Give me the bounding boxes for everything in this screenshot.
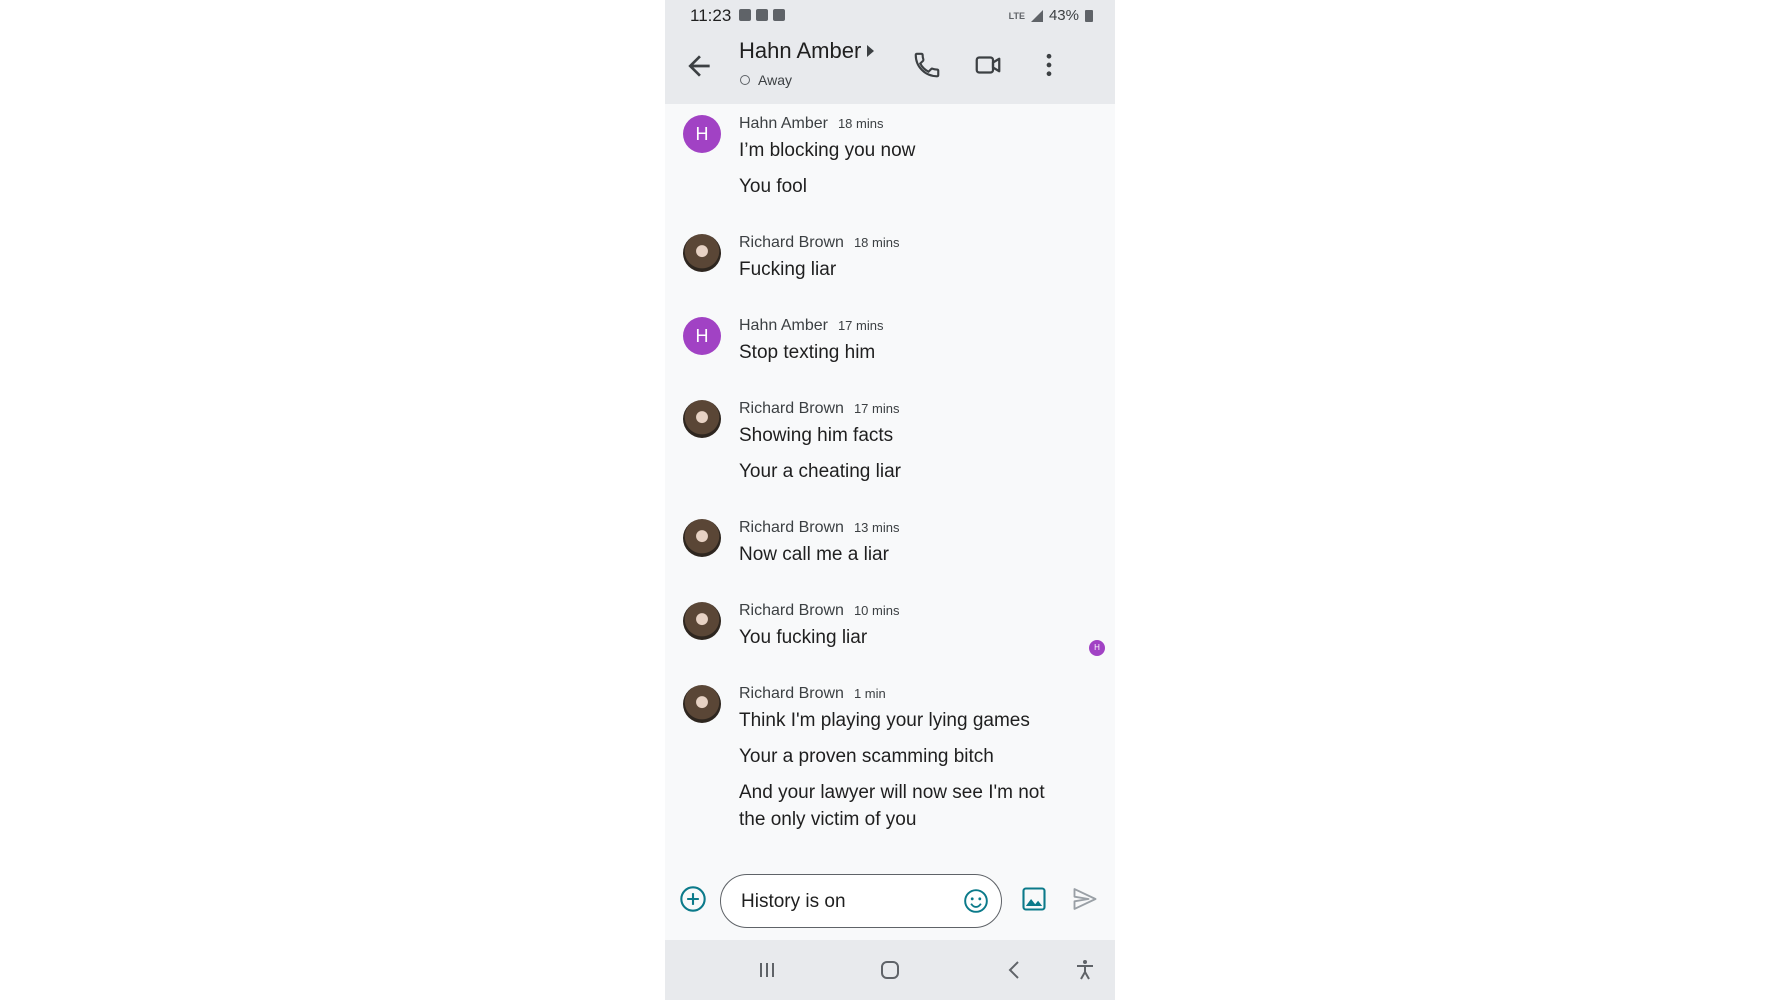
image-icon[interactable]: [1020, 885, 1048, 913]
contact-name[interactable]: Hahn Amber: [739, 38, 861, 64]
message-text[interactable]: Your a cheating liar: [739, 458, 1069, 485]
message-time: 1 min: [853, 686, 886, 701]
avatar[interactable]: [683, 234, 721, 272]
sender-name: Hahn Amber: [739, 115, 828, 132]
message-time: 17 mins: [853, 401, 900, 416]
message-meta: Richard Brown 17 mins: [739, 400, 899, 418]
message-text[interactable]: Your a proven scamming bitch: [739, 743, 1069, 770]
system-nav-bar: [665, 940, 1115, 1000]
message-time: 10 mins: [853, 603, 900, 618]
back-arrow-icon[interactable]: [683, 50, 715, 82]
chat-header: Hahn Amber Away: [665, 32, 1115, 104]
message-text[interactable]: You fool: [739, 173, 1069, 200]
status-time: 11:23: [690, 6, 732, 25]
message-meta: Richard Brown 13 mins: [739, 519, 899, 537]
avatar[interactable]: H: [683, 115, 721, 153]
battery-icon: [1085, 9, 1093, 22]
avatar[interactable]: [683, 685, 721, 723]
message-time: 13 mins: [853, 520, 900, 535]
network-type: LTE: [1008, 10, 1025, 21]
accessibility-icon[interactable]: [1073, 958, 1097, 982]
sender-name: Richard Brown: [739, 234, 844, 251]
phone-screen: 11:23 LTE 43% Hahn Amber Away H Hahn Amb…: [665, 0, 1115, 1000]
message-meta: Hahn Amber 18 mins: [739, 115, 883, 133]
message-meta: Richard Brown 10 mins: [739, 602, 899, 620]
message-text[interactable]: Fucking liar: [739, 256, 1069, 283]
sender-name: Richard Brown: [739, 519, 844, 536]
presence-label: Away: [758, 72, 792, 88]
add-circle-icon[interactable]: [679, 885, 707, 913]
message-time: 18 mins: [837, 116, 884, 131]
caret-right-icon[interactable]: [867, 45, 874, 57]
message-input-container[interactable]: [720, 874, 1002, 928]
presence-dot-icon: [740, 75, 750, 85]
notification-icons: [739, 9, 785, 21]
presence-status: Away: [740, 72, 792, 88]
message-text[interactable]: Stop texting him: [739, 339, 1069, 366]
message-text[interactable]: Showing him facts: [739, 422, 1069, 449]
message-meta: Richard Brown 1 min: [739, 685, 886, 703]
more-options-icon[interactable]: [1034, 50, 1064, 80]
message-text[interactable]: And your lawyer will now see I'm not the…: [739, 779, 1069, 833]
message-meta: Richard Brown 18 mins: [739, 234, 899, 252]
avatar[interactable]: [683, 519, 721, 557]
compose-bar: [665, 860, 1115, 940]
emoji-icon[interactable]: [963, 888, 989, 914]
gallery-notification-icon: [739, 9, 751, 21]
avatar[interactable]: [683, 602, 721, 640]
sender-name: Richard Brown: [739, 685, 844, 702]
signal-icon: [1030, 9, 1043, 22]
battery-percent: 43%: [1048, 7, 1079, 24]
message-text[interactable]: Now call me a liar: [739, 541, 1069, 568]
message-list: H Hahn Amber 18 mins I’m blocking you now…: [665, 104, 1115, 860]
app-notification-icon: [756, 9, 768, 21]
status-bar: 11:23 LTE 43%: [665, 0, 1115, 32]
recent-apps-icon[interactable]: [755, 958, 779, 982]
sender-name: Richard Brown: [739, 602, 844, 619]
message-time: 18 mins: [853, 235, 900, 250]
avatar[interactable]: [683, 400, 721, 438]
message-text[interactable]: You fucking liar: [739, 624, 1069, 651]
message-meta: Hahn Amber 17 mins: [739, 317, 883, 335]
status-right: LTE 43%: [1009, 7, 1093, 24]
back-nav-icon[interactable]: [1003, 958, 1027, 982]
read-receipt-avatar: H: [1089, 640, 1105, 656]
message-text[interactable]: Think I'm playing your lying games: [739, 707, 1069, 734]
video-call-icon[interactable]: [973, 50, 1003, 80]
message-text[interactable]: I’m blocking you now: [739, 137, 1069, 164]
message-time: 17 mins: [837, 318, 884, 333]
home-icon[interactable]: [878, 958, 902, 982]
sender-name: Richard Brown: [739, 400, 844, 417]
gmail-notification-icon: [773, 9, 785, 21]
phone-call-icon[interactable]: [912, 50, 942, 80]
send-icon[interactable]: [1071, 885, 1099, 913]
avatar[interactable]: H: [683, 317, 721, 355]
message-input[interactable]: [739, 887, 943, 917]
sender-name: Hahn Amber: [739, 317, 828, 334]
